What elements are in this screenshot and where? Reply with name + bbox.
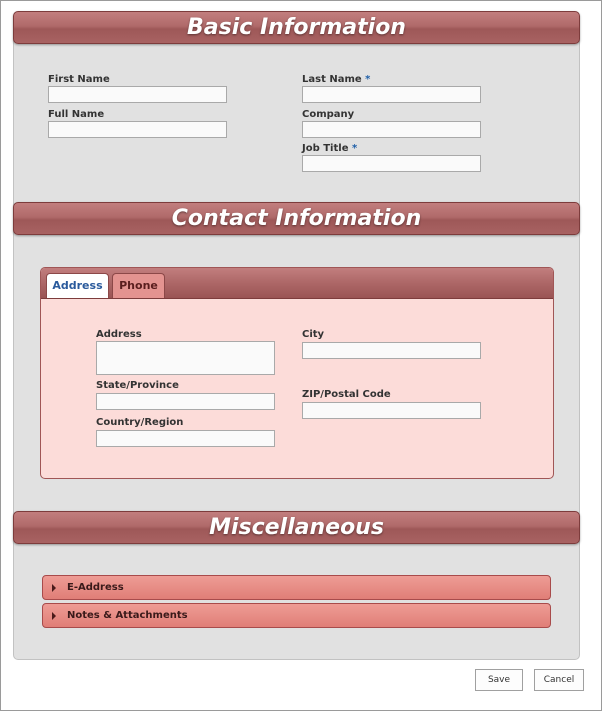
job-title-input[interactable]	[302, 155, 481, 172]
company-label: Company	[302, 109, 355, 120]
expand-arrow-icon	[52, 584, 56, 592]
basic-information-header: Basic Information	[13, 11, 580, 44]
country-region-input[interactable]	[96, 430, 275, 447]
zip-postal-code-label: ZIP/Postal Code	[302, 389, 391, 400]
required-marker: *	[365, 74, 371, 85]
last-name-input[interactable]	[302, 86, 481, 103]
state-province-label: State/Province	[96, 380, 179, 391]
miscellaneous-header: Miscellaneous	[13, 511, 580, 544]
accordion-label: E-Address	[67, 582, 124, 593]
first-name-label: First Name	[48, 74, 110, 85]
state-province-input[interactable]	[96, 393, 275, 410]
full-name-input[interactable]	[48, 121, 227, 138]
city-input[interactable]	[302, 342, 481, 359]
job-title-label: Job Title *	[302, 143, 358, 154]
last-name-label: Last Name *	[302, 74, 371, 85]
zip-postal-code-input[interactable]	[302, 402, 481, 419]
address-label: Address	[96, 329, 142, 340]
accordion-e-address[interactable]: E-Address	[42, 575, 551, 600]
save-button[interactable]: Save	[475, 669, 523, 691]
tab-address[interactable]: Address	[46, 273, 109, 298]
accordion-notes-attachments[interactable]: Notes & Attachments	[42, 603, 551, 628]
tab-phone[interactable]: Phone	[112, 273, 165, 298]
company-input[interactable]	[302, 121, 481, 138]
city-label: City	[302, 329, 325, 340]
first-name-input[interactable]	[48, 86, 227, 103]
cancel-button[interactable]: Cancel	[534, 669, 584, 691]
address-input[interactable]	[96, 341, 275, 375]
full-name-label: Full Name	[48, 109, 105, 120]
country-region-label: Country/Region	[96, 417, 184, 428]
contact-information-header: Contact Information	[13, 202, 580, 235]
required-marker: *	[351, 143, 358, 154]
expand-arrow-icon	[52, 612, 56, 620]
accordion-label: Notes & Attachments	[67, 610, 188, 621]
